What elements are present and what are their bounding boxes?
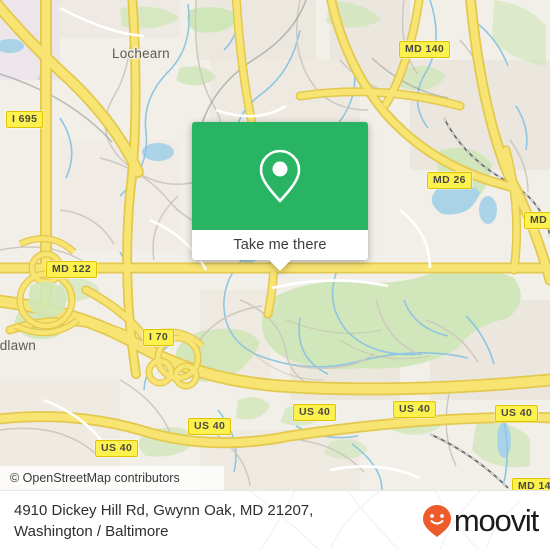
road-shield-md-right-edge: MD xyxy=(524,212,550,229)
road-shield-i695: I 695 xyxy=(6,111,44,128)
map-screenshot: Lochearn odlawn I 695 MD 140 MD 26 MD MD… xyxy=(0,0,550,550)
moovit-logo[interactable]: moovit xyxy=(422,503,539,538)
address-text: 4910 Dickey Hill Rd, Gwynn Oak, MD 21207… xyxy=(14,500,313,542)
road-shield-md140-top: MD 140 xyxy=(399,41,451,58)
bottom-info-bar: 4910 Dickey Hill Rd, Gwynn Oak, MD 21207… xyxy=(0,490,550,550)
moovit-pin-icon xyxy=(422,504,451,537)
road-shield-us40-1: US 40 xyxy=(95,440,139,457)
location-info-card[interactable]: Take me there xyxy=(192,122,368,271)
road-shield-i70: I 70 xyxy=(143,329,175,346)
address-line-2: Washington / Baltimore xyxy=(14,522,169,540)
road-shield-us40-4: US 40 xyxy=(393,401,437,418)
map-pin-icon xyxy=(259,149,301,203)
take-me-there-label: Take me there xyxy=(233,237,327,253)
road-shield-md122: MD 122 xyxy=(46,261,98,278)
road-shield-us40-3: US 40 xyxy=(293,404,337,421)
address-line-1: 4910 Dickey Hill Rd, Gwynn Oak, MD 21207… xyxy=(14,501,314,519)
moovit-wordmark: moovit xyxy=(453,503,539,538)
road-shield-us40-5: US 40 xyxy=(495,405,539,422)
interchange-green xyxy=(28,281,67,318)
card-pointer-tail xyxy=(269,260,291,271)
take-me-there-button[interactable]: Take me there xyxy=(192,230,368,260)
road-shield-md140-bottom: MD 14 xyxy=(512,478,550,490)
card-header xyxy=(192,122,368,230)
road-shield-md26: MD 26 xyxy=(427,172,472,189)
osm-attribution[interactable]: © OpenStreetMap contributors xyxy=(0,466,224,490)
map-canvas[interactable]: Lochearn odlawn I 695 MD 140 MD 26 MD MD… xyxy=(0,0,550,490)
road-shield-us40-2: US 40 xyxy=(188,418,232,435)
